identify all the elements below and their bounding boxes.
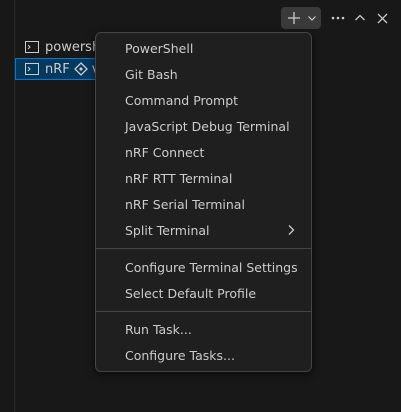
- plus-icon[interactable]: [283, 7, 305, 29]
- terminal-icon: [25, 41, 39, 53]
- new-terminal-group: [281, 7, 321, 29]
- menu-item-nrf-connect[interactable]: nRF Connect: [100, 140, 307, 164]
- menu-item-nrf-rtt-terminal[interactable]: nRF RTT Terminal: [100, 166, 307, 190]
- nrf-connect-icon: [73, 62, 88, 76]
- terminal-tab-label: powersh: [45, 39, 101, 55]
- menu-item-run-task[interactable]: Run Task...: [100, 317, 307, 341]
- ellipsis-icon[interactable]: [327, 7, 349, 29]
- menu-item-split-terminal[interactable]: Split Terminal: [100, 218, 307, 242]
- menu-item-configure-terminal-settings[interactable]: Configure Terminal Settings: [100, 255, 307, 279]
- menu-item-javascript-debug-terminal[interactable]: JavaScript Debug Terminal: [100, 114, 307, 138]
- menu-separator: [96, 248, 311, 249]
- menu-item-label: Split Terminal: [125, 222, 210, 238]
- menu-item-configure-tasks[interactable]: Configure Tasks...: [100, 343, 307, 367]
- menu-item-powershell[interactable]: PowerShell: [100, 36, 307, 60]
- menu-separator: [96, 311, 311, 312]
- chevron-up-icon[interactable]: [349, 7, 371, 29]
- chevron-right-icon: [288, 225, 295, 235]
- menu-item-select-default-profile[interactable]: Select Default Profile: [100, 281, 307, 305]
- terminal-tab-label: nRF: [45, 61, 70, 77]
- menu-item-nrf-serial-terminal[interactable]: nRF Serial Terminal: [100, 192, 307, 216]
- left-gutter: [0, 0, 14, 412]
- menu-item-command-prompt[interactable]: Command Prompt: [100, 88, 307, 112]
- menu-item-git-bash[interactable]: Git Bash: [100, 62, 307, 86]
- terminal-icon: [25, 63, 39, 75]
- chevron-down-icon[interactable]: [305, 7, 319, 29]
- new-terminal-profiles-menu: PowerShell Git Bash Command Prompt JavaS…: [95, 32, 312, 372]
- close-icon[interactable]: [371, 7, 393, 29]
- terminal-toolbar: [281, 6, 393, 30]
